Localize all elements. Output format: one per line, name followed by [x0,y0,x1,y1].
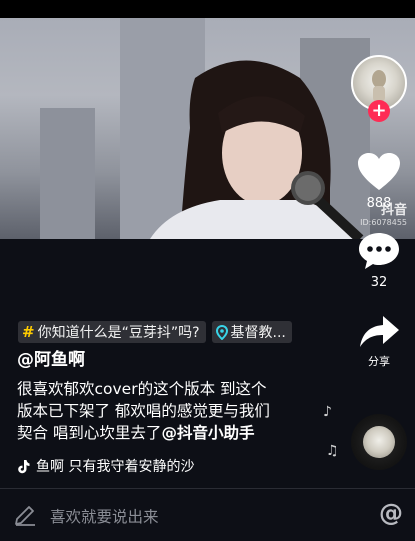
like-button[interactable]: 888 [352,152,406,212]
caption-line-3: 契合 唱到心坎里去了@抖音小助手 [17,422,317,444]
caption-line-2: 版本已下架了 郁欢唱的感觉更与我们 [17,402,270,420]
music-disc-cover [363,426,395,458]
music-title: 鱼啊 只有我守着安静的沙 [36,459,195,475]
watermark-id: ID:6078455 [360,218,407,227]
comment-input-placeholder[interactable]: 喜欢就要说出来 [50,505,159,527]
caption-mention[interactable]: @抖音小助手 [161,424,254,442]
hashtag-icon: # [22,323,35,341]
music-disc[interactable] [351,414,407,470]
music-note-icon-2: ♫ [326,443,339,459]
comment-bar[interactable]: 喜欢就要说出来 @ [0,489,415,541]
comment-count: 32 [370,275,388,290]
share-arrow-icon [360,316,399,347]
caption-line-1: 很喜欢郁欢cover的这个版本 到这个 [17,380,267,398]
post-caption: 很喜欢郁欢cover的这个版本 到这个 版本已下架了 郁欢唱的感觉更与我们 契合… [17,378,317,444]
heart-icon [358,153,400,190]
pencil-icon [15,506,35,526]
building-left [40,108,95,239]
follow-button[interactable]: + [368,100,390,122]
challenge-tag-label: 你知道什么是“豆芽抖”吗? [37,325,200,341]
author-username[interactable]: @阿鱼啊 [17,349,85,371]
tiktok-note-icon [18,459,30,473]
challenge-tag[interactable]: # 你知道什么是“豆芽抖”吗? [18,321,206,343]
location-pin-icon [215,324,228,340]
mention-at-icon[interactable]: @ [379,499,403,527]
status-bar [0,0,415,18]
share-label: 分享 [368,355,390,368]
location-tag-label: 基督教... [230,325,286,341]
comment-bubble-icon [359,233,399,269]
comment-button[interactable]: 32 [352,231,406,291]
author-avatar-group[interactable]: + [351,55,407,122]
music-note-icon: ♪ [323,404,332,420]
music-row[interactable]: 鱼啊 只有我守着安静的沙 [17,456,237,476]
share-button[interactable]: 分享 [352,314,406,370]
location-tag[interactable]: 基督教... [211,321,292,343]
like-count: 888 [366,196,392,211]
tag-row: # 你知道什么是“豆芽抖”吗? 基督教... [18,321,292,343]
microphone-mesh [295,175,321,201]
caption-line-3-text: 契合 唱到心坎里去了 [17,424,162,442]
